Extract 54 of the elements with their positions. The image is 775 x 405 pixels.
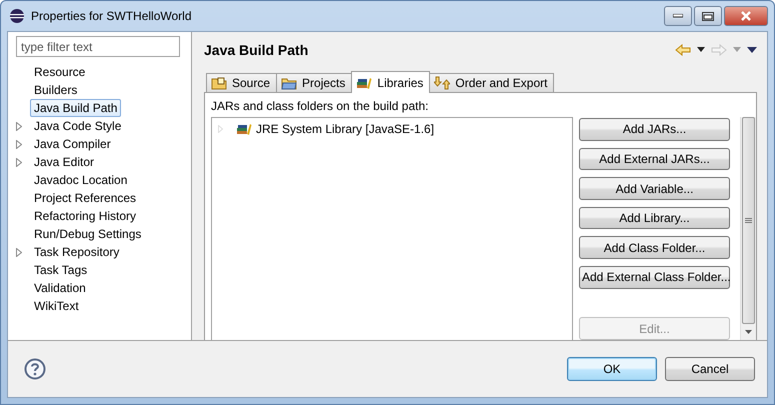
- expand-arrow-icon[interactable]: [16, 248, 22, 256]
- package-folder-icon: [211, 76, 227, 90]
- sidebar-item[interactable]: Java Editor: [30, 153, 98, 171]
- grip-icon: [745, 218, 752, 224]
- dialog-button[interactable]: Cancel: [665, 357, 755, 381]
- action-button[interactable]: Add JARs...: [579, 118, 730, 141]
- library-entry[interactable]: JRE System Library [JavaSE-1.6]: [256, 122, 434, 136]
- sidebar-item[interactable]: Java Build Path: [30, 99, 122, 117]
- close-icon: [740, 11, 752, 21]
- expand-arrow-icon[interactable]: [16, 122, 22, 130]
- sidebar-item[interactable]: Javadoc Location: [30, 171, 132, 189]
- tab[interactable]: Order and Export: [429, 73, 554, 92]
- close-button[interactable]: [724, 6, 768, 26]
- minimize-button[interactable]: [664, 6, 692, 26]
- sidebar-item[interactable]: Java Code Style: [30, 117, 126, 135]
- dropdown-caret-icon[interactable]: [697, 47, 705, 52]
- scroll-down-icon[interactable]: [745, 330, 752, 334]
- scrollbar[interactable]: [740, 117, 756, 340]
- action-button[interactable]: Add Class Folder...: [579, 236, 730, 260]
- sidebar-item[interactable]: Java Compiler: [30, 135, 115, 153]
- tab[interactable]: Libraries: [351, 71, 430, 93]
- library-icon: [236, 122, 252, 136]
- sidebar-item[interactable]: Refactoring History: [30, 207, 140, 225]
- sidebar-item[interactable]: Task Tags: [30, 261, 92, 279]
- sidebar-item[interactable]: Run/Debug Settings: [30, 225, 146, 243]
- tab[interactable]: Source: [206, 73, 278, 92]
- page-title: Java Build Path: [204, 42, 310, 58]
- sidebar-item[interactable]: Validation: [30, 279, 90, 297]
- action-button[interactable]: Add Library...: [579, 206, 730, 230]
- up-down-arrows-icon: [434, 76, 450, 90]
- expand-arrow-icon[interactable]: [16, 140, 22, 148]
- filter-field[interactable]: type filter text: [16, 36, 180, 57]
- action-button[interactable]: Add External JARs...: [579, 148, 730, 170]
- maximize-icon: [702, 12, 714, 20]
- back-arrow-icon[interactable]: [675, 44, 691, 56]
- section-caption: JARs and class folders on the build path:: [211, 99, 430, 115]
- expand-arrow-icon[interactable]: [16, 158, 22, 166]
- view-menu-icon[interactable]: [747, 46, 757, 52]
- help-icon[interactable]: [24, 358, 46, 380]
- window-title: Properties for SWTHelloWorld: [31, 9, 192, 23]
- sidebar-item[interactable]: Project References: [30, 189, 140, 207]
- dialog-button[interactable]: OK: [567, 357, 657, 381]
- books-icon: [356, 76, 372, 90]
- action-button[interactable]: Add External Class Folder...: [579, 266, 730, 289]
- tab[interactable]: Projects: [276, 73, 352, 92]
- sidebar-item[interactable]: Task Repository: [30, 243, 124, 261]
- maximize-button[interactable]: [694, 6, 722, 26]
- sidebar-item[interactable]: WikiText: [30, 297, 83, 315]
- sidebar-item[interactable]: Resource: [30, 63, 90, 81]
- folder-icon: [281, 76, 298, 90]
- eclipse-logo-icon: [9, 8, 25, 24]
- sidebar-item[interactable]: Builders: [30, 81, 82, 99]
- minimize-icon: [673, 14, 683, 18]
- action-button[interactable]: Add Variable...: [579, 177, 730, 200]
